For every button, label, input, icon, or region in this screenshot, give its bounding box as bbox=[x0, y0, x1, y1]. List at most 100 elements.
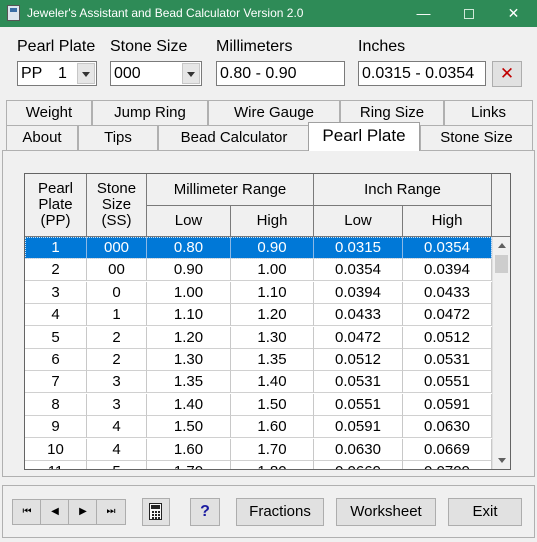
cell-pp[interactable]: 6 bbox=[25, 349, 87, 371]
tab-tips[interactable]: Tips bbox=[78, 125, 158, 150]
cell-pp[interactable]: 11 bbox=[25, 461, 87, 469]
cell-ss[interactable]: 3 bbox=[87, 393, 147, 416]
cell-in-high[interactable]: 0.0394 bbox=[403, 259, 492, 282]
cell-pp[interactable]: 8 bbox=[25, 393, 87, 416]
cell-mm-high[interactable]: 1.20 bbox=[231, 304, 314, 327]
cell-mm-low[interactable]: 1.30 bbox=[147, 349, 231, 371]
cell-mm-low[interactable]: 0.90 bbox=[147, 259, 231, 282]
cell-in-low[interactable]: 0.0669 bbox=[314, 461, 403, 469]
cell-mm-high[interactable]: 1.70 bbox=[231, 438, 314, 461]
table-row[interactable]: 10 4 1.60 1.70 0.0630 0.0669 bbox=[25, 438, 492, 461]
fractions-button[interactable]: Fractions bbox=[236, 498, 324, 526]
cell-mm-low[interactable]: 1.40 bbox=[147, 393, 231, 416]
next-record-button[interactable]: ▶ bbox=[68, 499, 98, 525]
cell-in-low[interactable]: 0.0472 bbox=[314, 326, 403, 349]
cell-in-high[interactable]: 0.0551 bbox=[403, 371, 492, 394]
table-row[interactable]: 7 3 1.35 1.40 0.0531 0.0551 bbox=[25, 371, 492, 394]
minimize-button[interactable]: — bbox=[401, 0, 446, 27]
exit-button[interactable]: Exit bbox=[448, 498, 522, 526]
cell-mm-low[interactable]: 1.20 bbox=[147, 326, 231, 349]
table-row[interactable]: 1 000 0.80 0.90 0.0315 0.0354 bbox=[25, 237, 492, 259]
cell-ss[interactable]: 1 bbox=[87, 304, 147, 327]
cell-pp[interactable]: 9 bbox=[25, 416, 87, 439]
cell-mm-low[interactable]: 1.35 bbox=[147, 371, 231, 394]
cell-in-high[interactable]: 0.0591 bbox=[403, 393, 492, 416]
previous-record-button[interactable]: ◀ bbox=[40, 499, 70, 525]
chevron-down-icon[interactable] bbox=[77, 63, 95, 84]
cell-in-high[interactable]: 0.0531 bbox=[403, 349, 492, 371]
cell-pp[interactable]: 5 bbox=[25, 326, 87, 349]
cell-mm-high[interactable]: 1.30 bbox=[231, 326, 314, 349]
cell-mm-high[interactable]: 1.10 bbox=[231, 281, 314, 304]
table-row[interactable]: 5 2 1.20 1.30 0.0472 0.0512 bbox=[25, 326, 492, 349]
cell-in-low[interactable]: 0.0433 bbox=[314, 304, 403, 327]
cell-pp[interactable]: 10 bbox=[25, 438, 87, 461]
cell-ss[interactable]: 4 bbox=[87, 438, 147, 461]
cell-in-low[interactable]: 0.0551 bbox=[314, 393, 403, 416]
cell-mm-high[interactable]: 1.35 bbox=[231, 349, 314, 371]
header-mm-high[interactable]: High bbox=[231, 206, 314, 237]
table-row[interactable]: 3 0 1.00 1.10 0.0394 0.0433 bbox=[25, 281, 492, 304]
tab-links[interactable]: Links bbox=[444, 100, 533, 125]
millimeters-field[interactable]: 0.80 - 0.90 bbox=[216, 61, 345, 86]
cell-pp[interactable]: 2 bbox=[25, 259, 87, 282]
pearl-plate-select[interactable]: PP 1 bbox=[17, 61, 97, 86]
cell-ss[interactable]: 2 bbox=[87, 349, 147, 371]
header-in-low[interactable]: Low bbox=[314, 206, 403, 237]
cell-mm-low[interactable]: 1.10 bbox=[147, 304, 231, 327]
cell-mm-high[interactable]: 1.80 bbox=[231, 461, 314, 469]
pearl-plate-table[interactable]: Pearl Plate (PP) Stone Size (SS) Millime… bbox=[24, 173, 511, 470]
inches-field[interactable]: 0.0315 - 0.0354 bbox=[358, 61, 486, 86]
scroll-up-icon[interactable] bbox=[493, 237, 510, 254]
tab-jump-ring[interactable]: Jump Ring bbox=[92, 100, 208, 125]
cell-pp[interactable]: 7 bbox=[25, 371, 87, 394]
cell-in-low[interactable]: 0.0354 bbox=[314, 259, 403, 282]
cell-in-low[interactable]: 0.0630 bbox=[314, 438, 403, 461]
first-record-button[interactable]: ⏮ bbox=[12, 499, 42, 525]
calculator-button[interactable] bbox=[142, 498, 170, 526]
cell-mm-low[interactable]: 1.50 bbox=[147, 416, 231, 439]
tab-bead-calculator[interactable]: Bead Calculator bbox=[158, 125, 310, 150]
cell-ss[interactable]: 0 bbox=[87, 281, 147, 304]
table-row[interactable]: 8 3 1.40 1.50 0.0551 0.0591 bbox=[25, 393, 492, 416]
maximize-button[interactable] bbox=[446, 0, 491, 27]
table-row[interactable]: 6 2 1.30 1.35 0.0512 0.0531 bbox=[25, 349, 492, 371]
cell-pp[interactable]: 4 bbox=[25, 304, 87, 327]
cell-in-high[interactable]: 0.0512 bbox=[403, 326, 492, 349]
worksheet-button[interactable]: Worksheet bbox=[336, 498, 436, 526]
cell-mm-high[interactable]: 1.60 bbox=[231, 416, 314, 439]
cell-ss[interactable]: 2 bbox=[87, 326, 147, 349]
tab-stone-size[interactable]: Stone Size bbox=[420, 125, 533, 150]
stone-size-select[interactable]: 000 bbox=[110, 61, 202, 86]
clear-button[interactable]: ✕ bbox=[492, 61, 522, 87]
cell-in-high[interactable]: 0.0669 bbox=[403, 438, 492, 461]
cell-ss[interactable]: 3 bbox=[87, 371, 147, 394]
cell-ss[interactable]: 4 bbox=[87, 416, 147, 439]
cell-mm-high[interactable]: 1.00 bbox=[231, 259, 314, 282]
cell-ss[interactable]: 5 bbox=[87, 461, 147, 469]
close-button[interactable]: ✕ bbox=[491, 0, 536, 27]
chevron-down-icon[interactable] bbox=[182, 63, 200, 84]
cell-in-low[interactable]: 0.0591 bbox=[314, 416, 403, 439]
tab-pearl-plate[interactable]: Pearl Plate bbox=[308, 122, 420, 151]
table-row[interactable]: 1151.701.800.06690.0709 bbox=[25, 461, 492, 469]
cell-in-high[interactable]: 0.0630 bbox=[403, 416, 492, 439]
vertical-scrollbar[interactable] bbox=[492, 237, 510, 469]
cell-mm-low[interactable]: 1.60 bbox=[147, 438, 231, 461]
header-in-high[interactable]: High bbox=[403, 206, 492, 237]
cell-mm-low[interactable]: 1.70 bbox=[147, 461, 231, 469]
cell-in-high[interactable]: 0.0433 bbox=[403, 281, 492, 304]
header-stone-size[interactable]: Stone Size (SS) bbox=[87, 174, 147, 237]
cell-in-high[interactable]: 0.0709 bbox=[403, 461, 492, 469]
cell-in-low[interactable]: 0.0394 bbox=[314, 281, 403, 304]
cell-pp[interactable]: 3 bbox=[25, 281, 87, 304]
table-row[interactable]: 9 4 1.50 1.60 0.0591 0.0630 bbox=[25, 416, 492, 439]
cell-in-low[interactable]: 0.0531 bbox=[314, 371, 403, 394]
last-record-button[interactable]: ⏭ bbox=[96, 499, 126, 525]
cell-mm-high[interactable]: 1.50 bbox=[231, 393, 314, 416]
tab-about[interactable]: About bbox=[6, 125, 78, 150]
cell-mm-low[interactable]: 1.00 bbox=[147, 281, 231, 304]
cell-in-low[interactable]: 0.0512 bbox=[314, 349, 403, 371]
table-row[interactable]: 2 00 0.90 1.00 0.0354 0.0394 bbox=[25, 259, 492, 282]
help-button[interactable]: ? bbox=[190, 498, 220, 526]
